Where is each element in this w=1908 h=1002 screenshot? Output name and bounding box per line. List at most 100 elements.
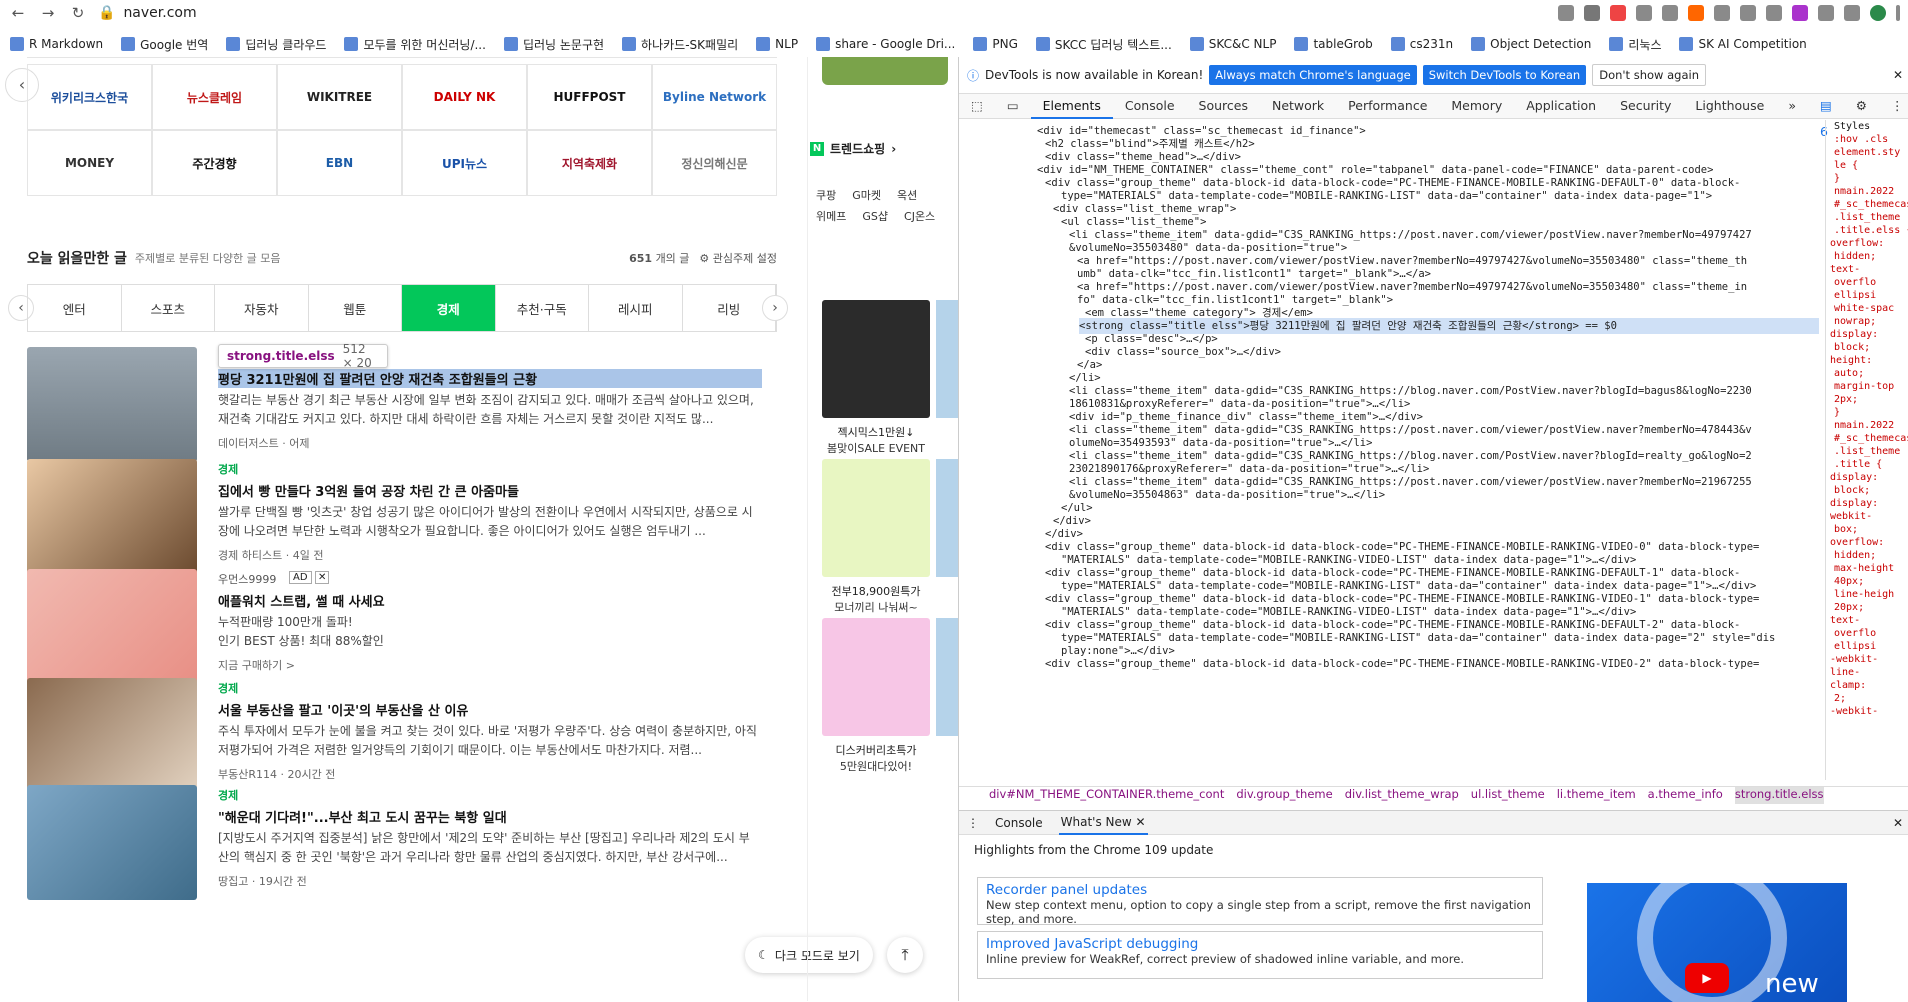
press-logo[interactable]: HUFFPOST: [527, 64, 652, 130]
elements-tree[interactable]: <div id="themecast" class="sc_themecast …: [959, 120, 1819, 780]
press-logo[interactable]: UPI뉴스: [402, 130, 527, 196]
mall-link[interactable]: 위메프: [816, 208, 846, 224]
product-image[interactable]: [936, 618, 958, 736]
press-logo[interactable]: 정신의해신문: [652, 130, 777, 196]
tab-2[interactable]: 스포츠: [122, 285, 215, 331]
issues-badge[interactable]: ▤ 6: [1808, 93, 1844, 139]
styles-line[interactable]: block;: [1826, 341, 1908, 354]
list-item[interactable]: 평당 3211만원에 집 팔려던 안양 재건축 조합원들의 근황 햇갈리는 부동산…: [27, 347, 767, 465]
mall-link[interactable]: CJ온스: [904, 208, 935, 224]
tab-6[interactable]: 추천·구독: [496, 285, 589, 331]
list-item[interactable]: 경제 집에서 빵 만들다 3억원 들여 공장 차린 간 큰 아줌마들 쌀가루 단백질…: [27, 459, 767, 577]
press-logo[interactable]: Byline Network: [652, 64, 777, 130]
share-icon[interactable]: [1558, 4, 1574, 21]
dom-node-line[interactable]: <div class="group_theme" data-block-id d…: [1045, 656, 1759, 672]
styles-line[interactable]: 2;: [1826, 692, 1908, 705]
tab-5[interactable]: 경제: [402, 285, 496, 331]
styles-line[interactable]: -webkit-: [1826, 653, 1908, 666]
tab-4[interactable]: 웹툰: [309, 285, 402, 331]
dom-node-line[interactable]: &volumeNo=35504863" data-da-position="tr…: [1069, 487, 1385, 503]
mall-link[interactable]: 쿠팡: [816, 187, 836, 203]
devtools-tab-console[interactable]: Console: [1113, 93, 1187, 119]
trend-shopping-title[interactable]: N 트렌드쇼핑 ›: [810, 140, 896, 157]
styles-line[interactable]: overflo: [1826, 276, 1908, 289]
avatar[interactable]: [1870, 4, 1886, 21]
styles-line[interactable]: hidden;: [1826, 549, 1908, 562]
extension-icon[interactable]: [1792, 4, 1808, 21]
inspect-icon[interactable]: ⬚: [959, 93, 995, 119]
styles-line[interactable]: height:: [1826, 354, 1908, 367]
product-image[interactable]: [822, 618, 930, 736]
press-logo[interactable]: DAILY NK: [402, 64, 527, 130]
bookmark-item[interactable]: PNG: [973, 37, 1018, 51]
article-source[interactable]: 지금 구매하기 >: [218, 657, 295, 673]
ad-close-icon[interactable]: ✕: [315, 571, 330, 584]
press-logo[interactable]: 주간경향: [152, 130, 277, 196]
article-title[interactable]: "해운대 기다려!"...부산 최고 도시 꿈꾸는 북항 일대: [218, 807, 507, 826]
article-title[interactable]: 평당 3211만원에 집 팔려던 안양 재건축 조합원들의 근황: [218, 369, 762, 388]
drawer-menu-icon[interactable]: ⋮: [967, 816, 979, 830]
bookmark-item[interactable]: cs231n: [1390, 37, 1453, 51]
extension-icon[interactable]: [1688, 4, 1704, 21]
promo-video-thumbnail[interactable]: ▶ new: [1587, 883, 1847, 1002]
styles-line[interactable]: Styles: [1826, 120, 1908, 133]
article-thumbnail[interactable]: [27, 569, 197, 684]
devtools-tab-elements[interactable]: Elements: [1030, 93, 1113, 119]
forward-icon[interactable]: →: [38, 4, 58, 22]
styles-line[interactable]: hidden;: [1826, 250, 1908, 263]
styles-line[interactable]: 2px;: [1826, 393, 1908, 406]
styles-line[interactable]: auto;: [1826, 367, 1908, 380]
product-image[interactable]: [936, 300, 958, 418]
styles-line[interactable]: box;: [1826, 523, 1908, 536]
styles-line[interactable]: nmain.2022: [1826, 185, 1908, 198]
back-icon[interactable]: ←: [8, 4, 28, 22]
list-item[interactable]: 경제 서울 부동산을 팔고 '이곳'의 부동산을 산 이유 주식 투자에서 모두가 …: [27, 678, 767, 796]
bookmark-item[interactable]: SK AI Competition: [1679, 37, 1807, 51]
bookmark-item[interactable]: tableGrob: [1294, 37, 1373, 51]
product-card[interactable]: 디스커버리초특가 5만원대다있어!: [822, 618, 930, 774]
styles-line[interactable]: :hov .cls: [1826, 133, 1908, 146]
styles-line[interactable]: display:: [1826, 497, 1908, 510]
devtools-tab-security[interactable]: Security: [1608, 93, 1683, 119]
styles-line[interactable]: #_sc_themecast: [1826, 198, 1908, 211]
play-icon[interactable]: ▶: [1685, 963, 1729, 993]
switch-korean-button[interactable]: Switch DevTools to Korean: [1422, 65, 1587, 85]
extension-icon[interactable]: [1740, 4, 1756, 21]
styles-line[interactable]: .list_theme: [1826, 445, 1908, 458]
tab-console[interactable]: Console: [995, 816, 1043, 830]
press-logo[interactable]: EBN: [277, 130, 402, 196]
bookmark-item[interactable]: 하나카드-SK패밀리: [622, 36, 738, 53]
press-logo[interactable]: 지역축제화: [527, 130, 652, 196]
bookmark-item[interactable]: SKC&C NLP: [1189, 37, 1276, 51]
styles-line[interactable]: }: [1826, 406, 1908, 419]
styles-line[interactable]: overflow:: [1826, 237, 1908, 250]
dont-show-button[interactable]: Don't show again: [1592, 64, 1706, 86]
article-source[interactable]: 땅집고 · 19시간 전: [218, 873, 307, 889]
menu-icon[interactable]: [1896, 4, 1900, 21]
list-item[interactable]: 우먼스9999 AD ✕ 애플워치 스트랩, 썰 때 사세요 누적판매량 100만개 돌…: [27, 569, 767, 687]
styles-line[interactable]: .title.elss {: [1826, 224, 1908, 237]
styles-line[interactable]: text-: [1826, 614, 1908, 627]
styles-line[interactable]: nowrap;: [1826, 315, 1908, 328]
product-image[interactable]: [822, 459, 930, 577]
interest-settings-button[interactable]: ⚙ 관심주제 설정: [699, 250, 777, 266]
reload-icon[interactable]: ↻: [68, 4, 88, 22]
styles-line[interactable]: .list_theme: [1826, 211, 1908, 224]
styles-line[interactable]: line-heigh: [1826, 588, 1908, 601]
breadcrumb-item[interactable]: div#NM_THEME_CONTAINER.theme_cont: [989, 787, 1224, 804]
bookmark-item[interactable]: Google 번역: [121, 36, 208, 53]
styles-pane[interactable]: Styles:hov .cls element.sty le {} nmain.202…: [1825, 120, 1908, 780]
article-source[interactable]: 데이터저스트 · 어제: [218, 435, 309, 451]
kebab-menu-icon[interactable]: ⋮: [1879, 93, 1908, 119]
puzzle-icon[interactable]: [1818, 4, 1834, 21]
tab-whats-new[interactable]: What's New ✕: [1058, 811, 1148, 835]
article-title[interactable]: 애플워치 스트랩, 썰 때 사세요: [218, 591, 385, 610]
devtools-tab-application[interactable]: Application: [1514, 93, 1608, 119]
styles-line[interactable]: #_sc_themecast: [1826, 432, 1908, 445]
extension-icon[interactable]: [1766, 4, 1782, 21]
address-bar[interactable]: 🔒 naver.com: [98, 1, 1498, 25]
styles-line[interactable]: 40px;: [1826, 575, 1908, 588]
settings-icon[interactable]: ⚙: [1844, 93, 1879, 119]
extension-icon[interactable]: [1610, 4, 1626, 21]
styles-line[interactable]: .title {: [1826, 458, 1908, 471]
